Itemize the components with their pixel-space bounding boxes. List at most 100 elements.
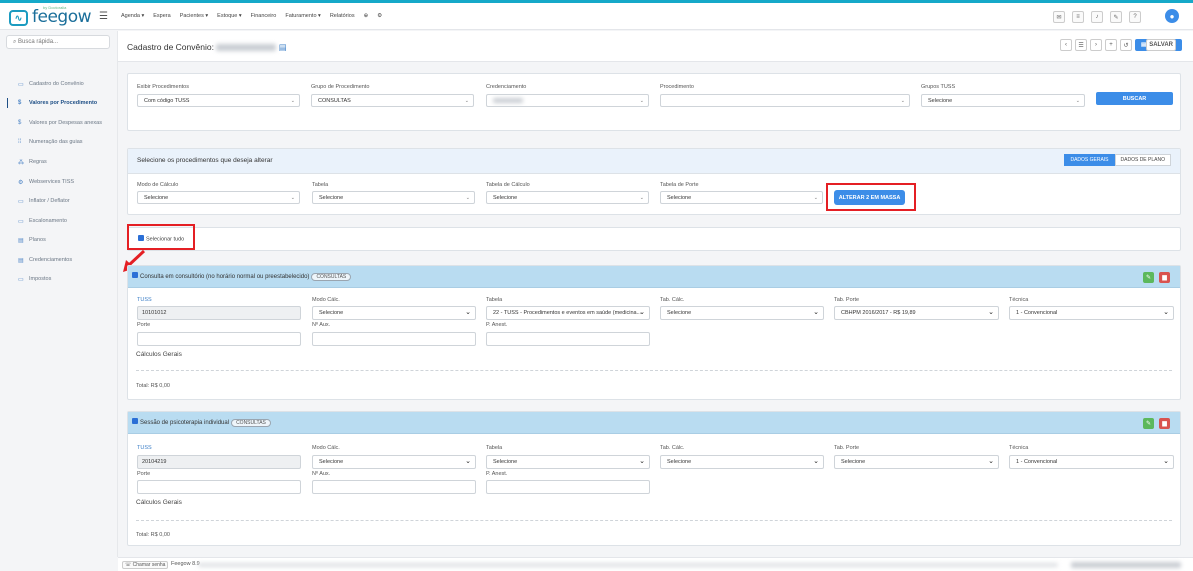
procedure-checkbox[interactable]: Sessão de psicoterapia individual CONSULT… bbox=[132, 418, 271, 427]
delete-icon[interactable]: ▆ bbox=[1159, 418, 1170, 429]
sidebar-item-escalonamento[interactable]: ▭ Escalonamento bbox=[0, 214, 118, 228]
chat-icon[interactable]: ✎ bbox=[1110, 11, 1122, 23]
sidebar-item-webservices[interactable]: ⚙ Webservices TISS bbox=[0, 175, 118, 189]
user-avatar[interactable]: ● bbox=[1165, 9, 1179, 23]
tecnica-select[interactable]: 1 - Convencional ⌄ bbox=[1009, 306, 1174, 320]
menu-item-estoque[interactable]: Estoque ▾ bbox=[217, 13, 241, 19]
sidebar-item-planos[interactable]: ▤ Planos bbox=[0, 233, 118, 247]
porte-input[interactable] bbox=[137, 480, 301, 494]
menu-item-relatorios[interactable]: Relatórios bbox=[330, 13, 355, 19]
tabcalc-select[interactable]: Selecione ⌄ bbox=[660, 306, 824, 320]
chamar-senha-button[interactable]: ☏ Chamar senha bbox=[122, 561, 169, 569]
tabcalc-select[interactable]: Selecione ⌄ bbox=[660, 455, 824, 469]
bell-icon[interactable]: ♪ bbox=[1091, 11, 1103, 23]
tabporte-select[interactable]: Selecione ⌄ bbox=[834, 455, 999, 469]
grupo-select[interactable]: CONSULTAS ⌄ bbox=[311, 94, 474, 107]
sidebar-item-cadastro[interactable]: ▭ Cadastro do Convênio bbox=[0, 77, 118, 91]
add-icon[interactable]: + bbox=[1105, 39, 1118, 51]
sidebar-item-credenciamentos[interactable]: ▤ Credenciamentos bbox=[0, 253, 118, 267]
exibir-select[interactable]: Com código TUSS ⌄ bbox=[137, 94, 300, 107]
sidebar-item-despesas[interactable]: $ Valores por Despesas anexas bbox=[0, 116, 118, 130]
sidebar-item-label: Valores por Procedimento bbox=[29, 100, 98, 106]
sidebar-item-label: Cadastro do Convênio bbox=[29, 81, 84, 87]
caret-down-icon: ⌄ bbox=[464, 98, 469, 104]
divider bbox=[136, 370, 1172, 371]
buscar-button[interactable]: BUSCAR bbox=[1096, 92, 1173, 105]
modo-calculo-select[interactable]: Selecione ⌄ bbox=[137, 191, 300, 204]
highlight-box-alterar bbox=[826, 183, 916, 211]
inbox-icon[interactable]: ✉ bbox=[1053, 11, 1065, 23]
porte-input[interactable] bbox=[137, 332, 301, 346]
card-icon: ▭ bbox=[18, 276, 24, 283]
edit-icon[interactable]: ✎ bbox=[1143, 418, 1154, 429]
tabela-select[interactable]: Selecione ⌄ bbox=[312, 191, 475, 204]
select-value: Selecione bbox=[667, 195, 692, 201]
proc-select[interactable]: ⌄ bbox=[660, 94, 910, 107]
modo-select[interactable]: Selecione ⌄ bbox=[312, 306, 476, 320]
tabela-select[interactable]: 22 - TUSS - Procedimentos e eventos em s… bbox=[486, 306, 650, 320]
history-icon[interactable]: ↺ bbox=[1120, 39, 1133, 51]
naux-input[interactable] bbox=[312, 480, 476, 494]
tuss-code-field[interactable]: 20104219 bbox=[137, 455, 301, 469]
headset-icon: ☏ bbox=[125, 562, 133, 568]
caret-down-icon: ⌄ bbox=[465, 195, 470, 201]
sidebar-item-label: Impostos bbox=[29, 276, 52, 282]
menu-item-espera[interactable]: Espera bbox=[153, 13, 170, 19]
procedure-card-header: Consulta em consultório (no horário norm… bbox=[128, 266, 1180, 288]
sidebar-item-label: Numeração das guias bbox=[29, 139, 83, 145]
gtuss-select[interactable]: Selecione ⌄ bbox=[921, 94, 1085, 107]
redacted-name bbox=[216, 44, 277, 52]
help-icon[interactable]: ? bbox=[1129, 11, 1141, 23]
exibir-value: Com código TUSS bbox=[144, 98, 190, 104]
tuss-label: TUSS bbox=[137, 445, 152, 451]
list-icon[interactable]: ≡ bbox=[1072, 11, 1084, 23]
panest-input[interactable] bbox=[486, 332, 650, 346]
panest-input[interactable] bbox=[486, 480, 650, 494]
naux-input[interactable] bbox=[312, 332, 476, 346]
menu-item-pacientes[interactable]: Pacientes ▾ bbox=[180, 13, 208, 19]
menu-item-faturamento[interactable]: Faturamento ▾ bbox=[285, 13, 320, 19]
tabela-calculo-select[interactable]: Selecione ⌄ bbox=[486, 191, 649, 204]
calculos-gerais-heading: Cálculos Gerais bbox=[136, 351, 182, 358]
tabporte-select[interactable]: CBHPM 2016/2017 - R$ 19,89 ⌄ bbox=[834, 306, 999, 320]
globe-icon[interactable]: ⊕ bbox=[364, 13, 369, 19]
tabela-porte-label: Tabela de Porte bbox=[660, 182, 699, 188]
sidebar-item-numeracao[interactable]: ⁞⁞ Numeração das guias bbox=[0, 135, 118, 149]
naux-label: Nº Aux. bbox=[312, 322, 331, 328]
main-menu: Agenda ▾ Espera Pacientes ▾ Estoque ▾ Fi… bbox=[121, 13, 382, 19]
edit-icon[interactable]: ✎ bbox=[1143, 272, 1154, 283]
cred-select[interactable]: ⌄ bbox=[486, 94, 649, 107]
hamburger-menu-icon[interactable]: ☰ bbox=[99, 11, 108, 22]
sidebar-item-regras[interactable]: ⁂ Regras bbox=[0, 155, 118, 169]
menu-item-financeiro[interactable]: Financeiro bbox=[251, 13, 277, 19]
prev-icon[interactable]: ‹ bbox=[1060, 39, 1073, 51]
tabela-select[interactable]: Selecione ⌄ bbox=[486, 455, 650, 469]
tab-dados-plano[interactable]: DADOS DE PLANO bbox=[1114, 154, 1171, 166]
delete-icon[interactable]: ▆ bbox=[1159, 272, 1170, 283]
sidebar-item-label: Escalonamento bbox=[29, 218, 67, 224]
search-input[interactable]: ⌕ Busca rápida... bbox=[6, 35, 110, 49]
panest-label: P. Anest. bbox=[486, 322, 508, 328]
list-view-icon[interactable]: ☰ bbox=[1075, 39, 1088, 51]
sidebar-item-valores-procedimento[interactable]: $ Valores por Procedimento bbox=[0, 96, 118, 110]
sidebar-item-inflator[interactable]: ▭ Inflator / Deflator bbox=[0, 194, 118, 208]
tabela-porte-select[interactable]: Selecione ⌄ bbox=[660, 191, 823, 204]
settings-icon[interactable]: ⚙ bbox=[377, 13, 382, 19]
edit-card-icon[interactable]: ▤ bbox=[279, 42, 287, 52]
modo-select[interactable]: Selecione ⌄ bbox=[312, 455, 476, 469]
feegow-logo[interactable]: ∿ feegow by Doctoralia bbox=[9, 5, 92, 28]
tecnica-label: Técnica bbox=[1009, 297, 1029, 303]
procedure-checkbox[interactable]: Consulta em consultório (no horário norm… bbox=[132, 272, 352, 281]
sidebar-item-impostos[interactable]: ▭ Impostos bbox=[0, 272, 118, 286]
tuss-code-field[interactable]: 10101012 bbox=[137, 306, 301, 320]
select-value: Selecione bbox=[319, 195, 344, 201]
dollar-icon: $ bbox=[18, 120, 22, 126]
save-button[interactable]: ▤ SALVAR bbox=[1135, 39, 1182, 51]
tecnica-select[interactable]: 1 - Convencional ⌄ bbox=[1009, 455, 1174, 469]
version-label: Feegow 8.9 bbox=[171, 561, 200, 567]
tabela-calculo-label: Tabela de Cálculo bbox=[486, 182, 530, 188]
menu-item-agenda[interactable]: Agenda ▾ bbox=[121, 13, 144, 19]
tabcalc-label: Tab. Cálc. bbox=[660, 297, 685, 303]
tab-dados-gerais[interactable]: DADOS GERAIS bbox=[1064, 154, 1115, 166]
next-icon[interactable]: › bbox=[1090, 39, 1103, 51]
